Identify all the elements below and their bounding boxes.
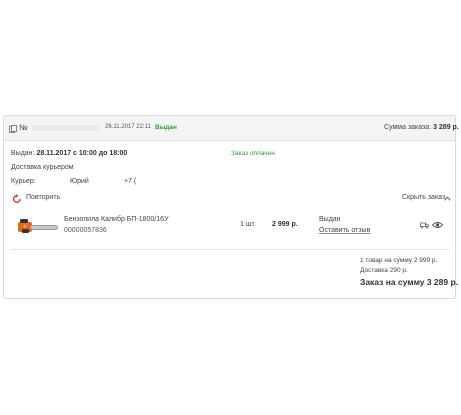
repeat-order-button[interactable]: Повторить xyxy=(26,194,60,201)
product-name[interactable]: Бензопила Калибр БП-1800/16У xyxy=(64,216,169,223)
summary-items-total: 1 товар на сумму 2 999 р. xyxy=(360,257,438,264)
order-date: 26.11.2017 22:11 xyxy=(105,124,151,130)
product-status: Выдан xyxy=(319,216,341,223)
issued-label: Выдан: xyxy=(11,150,35,157)
hide-order-button[interactable]: Скрыть заказ xyxy=(402,194,445,201)
order-card: № 26.11.2017 22:11 Выдан Сумма заказа: 3… xyxy=(3,115,459,299)
summary-delivery-cost: Доставка 290 р. xyxy=(360,267,408,274)
leave-review-link[interactable]: Оставить отзыв xyxy=(319,227,370,234)
order-header: № 26.11.2017 22:11 Выдан Сумма заказа: 3… xyxy=(4,116,459,141)
product-quantity: 1 шт. xyxy=(240,221,256,228)
issued-date: Выдан: 28.11.2017 с 10:00 до 18:00 xyxy=(11,150,127,157)
order-sum-value: 3 289 р. xyxy=(433,124,459,131)
product-image[interactable] xyxy=(16,215,60,237)
repeat-icon[interactable] xyxy=(12,194,22,204)
courier-phone: +7 ( xyxy=(124,178,137,185)
payment-status: Заказ оплачен xyxy=(231,150,275,157)
product-price: 2 999 р. xyxy=(272,221,298,228)
issued-value: 28.11.2017 с 10:00 до 18:00 xyxy=(36,150,128,157)
order-status-badge: Выдан xyxy=(155,124,177,131)
eye-icon[interactable] xyxy=(432,221,443,229)
document-icon xyxy=(9,125,17,133)
summary-divider xyxy=(10,249,450,250)
order-sum-label: Сумма заказа: xyxy=(384,124,432,131)
courier-name: Юрий xyxy=(70,178,89,185)
order-number-label: № xyxy=(19,123,28,132)
order-number-redacted xyxy=(32,125,102,131)
courier-label: Курьер: xyxy=(11,178,36,185)
chevron-up-icon[interactable] xyxy=(444,196,451,201)
truck-icon xyxy=(420,222,429,229)
delivery-method: Доставка курьером xyxy=(11,164,74,171)
summary-order-total: Заказ на сумму 3 289 р. xyxy=(360,277,459,287)
product-code: 00000057836 xyxy=(64,227,107,234)
order-sum: Сумма заказа: 3 289 р. xyxy=(384,124,459,131)
